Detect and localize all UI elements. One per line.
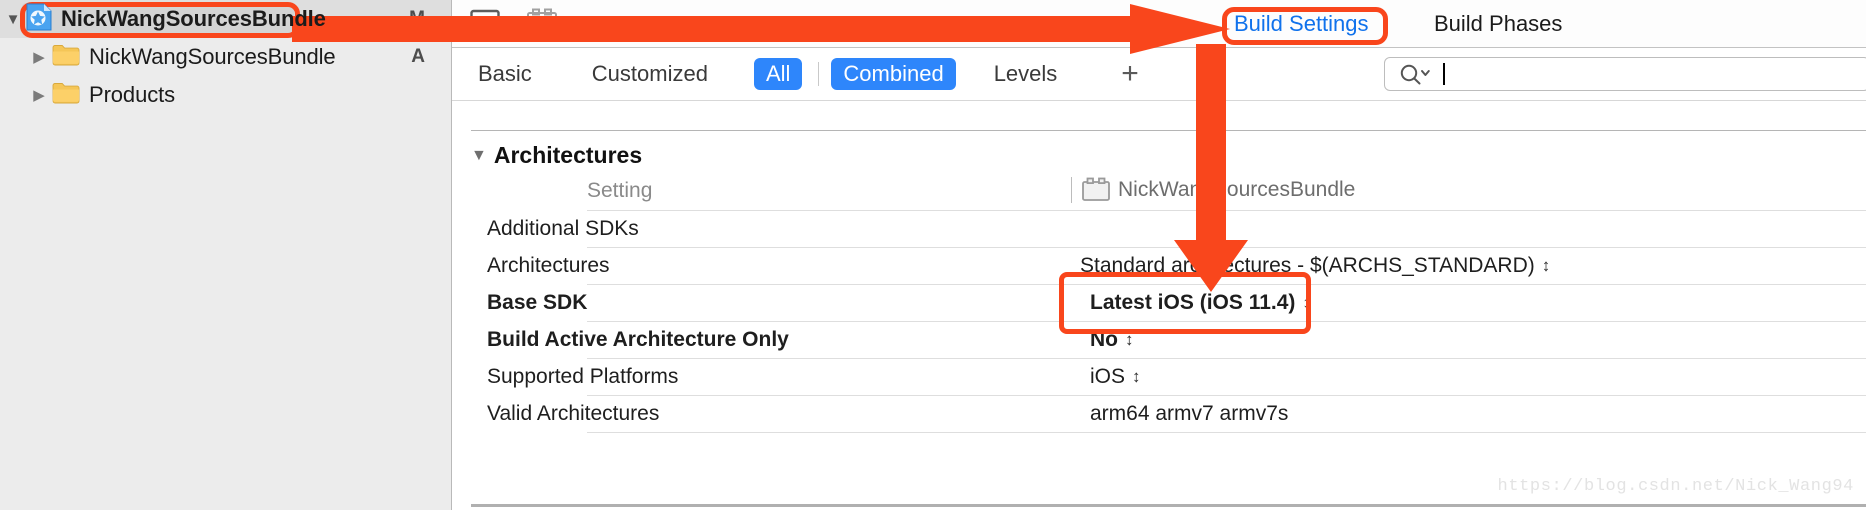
table-top-rule [471,130,1866,131]
settings-group-architectures[interactable]: ▼ Architectures [471,142,642,169]
setting-row-valid-architectures[interactable]: Valid Architectures arm64 armv7 armv7s [471,396,1866,432]
setting-row-additional-sdks[interactable]: Additional SDKs [471,211,1866,247]
filter-combined[interactable]: Combined [831,58,956,90]
stepper-icon[interactable]: ↕ [1132,367,1140,387]
panel-toggle-icon[interactable] [470,9,500,38]
folder-icon [52,43,80,72]
navigator-row-group-products[interactable]: ▶ Products [0,76,451,114]
setting-value[interactable]: No ↕ [1090,328,1133,352]
table-bottom-rule [471,504,1866,507]
folder-icon [52,81,80,110]
filter-all[interactable]: All [753,58,803,90]
setting-value[interactable]: iOS ↕ [1090,365,1140,389]
filter-basic[interactable]: Basic [466,58,544,90]
navigator-row-label: NickWangSourcesBundle [89,44,336,69]
xcode-project-icon [26,3,52,36]
editor-tab-bar: Build Settings Build Phases [452,0,1866,48]
filter-customized[interactable]: Customized [580,58,720,90]
editor-pane: Build Settings Build Phases Basic Custom… [452,0,1866,510]
navigator-row-label: Products [89,82,176,107]
tab-build-phases[interactable]: Build Phases [1434,11,1562,37]
setting-row-supported-platforms[interactable]: Supported Platforms iOS ↕ [471,359,1866,395]
target-icon[interactable] [526,8,558,39]
filter-levels[interactable]: Levels [982,58,1070,90]
navigator-row-project[interactable]: ▼ NickWangSourcesBundle M [0,0,451,38]
column-header-target: NickWangSourcesBundle [1071,177,1355,203]
setting-value-text: iOS [1090,365,1126,388]
tab-build-settings[interactable]: Build Settings [1234,11,1369,37]
target-bundle-icon [1081,177,1111,203]
build-settings-search-field[interactable] [1384,57,1866,91]
target-name-label: NickWangSourcesBundle [1118,178,1356,201]
setting-name: Architectures [487,254,610,277]
setting-name: Additional SDKs [487,217,639,240]
watermark: https://blog.csdn.net/Nick_Wang94 [1497,477,1854,496]
navigator-row-group-sources[interactable]: ▶ NickWangSourcesBundle A [0,38,451,76]
filter-divider [818,62,820,86]
setting-name: Build Active Architecture Only [487,328,789,351]
disclosure-triangle-icon[interactable]: ▶ [26,50,52,65]
add-setting-button[interactable]: + [1111,59,1149,89]
disclosure-triangle-open-icon[interactable]: ▼ [0,12,26,27]
navigator-row-status: A [411,46,425,67]
setting-value-text: No [1090,328,1118,351]
setting-value-text: Standard architectures - $(ARCHS_STANDAR… [1080,254,1535,277]
setting-name: Supported Platforms [487,365,679,388]
stepper-icon[interactable]: ↕ [1542,256,1550,276]
disclosure-triangle-icon[interactable]: ▶ [26,88,52,103]
column-divider [1071,177,1072,203]
setting-value[interactable]: Latest iOS (iOS 11.4) ↕ [1090,291,1311,315]
setting-name: Valid Architectures [487,402,660,425]
table-column-headers: Setting NickWangSourcesBundle [471,177,1866,210]
setting-name: Base SDK [487,291,588,314]
setting-value-text: Latest iOS (iOS 11.4) [1090,291,1296,314]
build-settings-filter-bar: Basic Customized All Combined Levels + [452,48,1866,101]
project-navigator: ▼ NickWangSourcesBundle M ▶ NickWangSour… [0,0,452,510]
xcode-build-settings-screenshot: ▼ NickWangSourcesBundle M ▶ NickWangSour… [0,0,1866,510]
search-text-caret [1443,63,1445,85]
setting-value[interactable]: arm64 armv7 armv7s [1090,402,1288,426]
row-divider [587,432,1866,433]
stepper-icon[interactable]: ↕ [1302,293,1310,313]
search-icon [1399,63,1431,85]
setting-row-base-sdk[interactable]: Base SDK Latest iOS (iOS 11.4) ↕ [471,285,1866,321]
setting-value[interactable]: Standard architectures - $(ARCHS_STANDAR… [1080,254,1550,278]
group-title: Architectures [493,142,643,168]
column-header-setting: Setting [587,179,653,202]
stepper-icon[interactable]: ↕ [1125,330,1133,350]
group-disclosure-triangle-icon[interactable]: ▼ [471,147,487,164]
navigator-row-label: NickWangSourcesBundle [61,6,326,31]
setting-row-architectures[interactable]: Architectures Standard architectures - $… [471,248,1866,284]
build-settings-table: ▼ Architectures Setting NickWangSourcesB… [452,101,1866,510]
setting-row-build-active-architecture-only[interactable]: Build Active Architecture Only No ↕ [471,322,1866,358]
